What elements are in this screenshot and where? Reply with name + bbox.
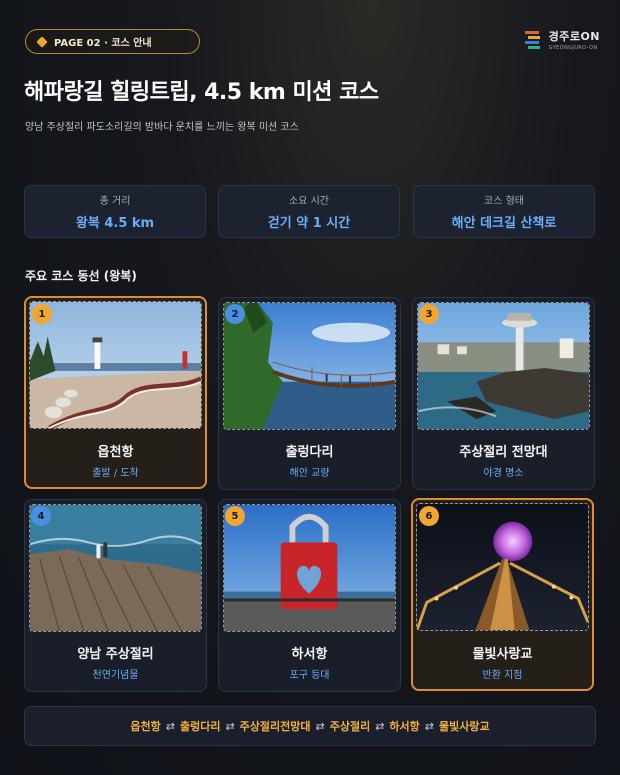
roundtrip-arrow-icon: ⇄: [165, 719, 175, 733]
stop-name: 양남 주상절리: [77, 647, 154, 662]
roundtrip-arrow-icon: ⇄: [424, 719, 435, 733]
route-stop: 물빛사랑교: [439, 720, 490, 733]
stop-number-badge: 4: [31, 506, 51, 526]
roundtrip-arrow-icon: ⇄: [225, 719, 235, 733]
stop-desc: 포구 등대: [289, 670, 330, 681]
page-badge-label: PAGE 02 · 코스 안내: [54, 38, 152, 49]
stop-desc: 천연기념물: [92, 670, 139, 681]
logo-mark-icon: [524, 30, 540, 49]
route-summary: 읍천항 ⇄ 출렁다리 ⇄ 주상절리전망대 ⇄ 주상절리 ⇄ 하서항 ⇄ 물빛사랑…: [24, 706, 596, 746]
stop-desc: 해안 교량: [289, 468, 330, 479]
stop-number-badge: 5: [225, 506, 245, 526]
route-stop: 주상절리전망대: [239, 720, 311, 733]
stop-desc: 야경 명소: [483, 468, 524, 479]
stop-number-badge: 1: [32, 304, 52, 324]
route-stop: 하서항: [389, 720, 420, 733]
logo-name: 경주로ON: [548, 30, 600, 43]
stop-card-1[interactable]: 1 읍천항 출발 / 도착: [24, 296, 207, 489]
course-stats: 총 거리 왕복 4.5 km 소요 시간 걷기 약 1 시간 코스 형태 해안 …: [24, 185, 595, 238]
page-badge: PAGE 02 · 코스 안내: [25, 29, 200, 54]
stat-label: 소요 시간: [289, 196, 329, 207]
stop-card-3[interactable]: 3 주상절리 전망대 야경 명소: [412, 297, 595, 490]
stop-card-5[interactable]: 5 하서항 포구 등대: [218, 499, 401, 692]
stop-name: 물빛사랑교: [472, 647, 533, 662]
stat-value: 걷기 약 1 시간: [267, 216, 351, 231]
stat-distance: 총 거리 왕복 4.5 km: [24, 185, 206, 238]
stop-name: 출렁다리: [285, 445, 334, 460]
stop-card-6[interactable]: 6 물빛사랑교 반환 지점: [411, 498, 594, 691]
observatory-tower-photo: [417, 302, 590, 430]
stop-name: 주상절리 전망대: [459, 445, 548, 460]
stop-name: 하서항: [291, 647, 328, 662]
stop-number-badge: 6: [419, 506, 439, 526]
stat-value: 해안 데크길 산책로: [451, 216, 557, 231]
page-subtitle: 양남 주상절리 파도소리길의 밤바다 운치를 느끼는 왕복 미션 코스: [25, 122, 299, 133]
columnar-joint-rocks-photo: [29, 504, 202, 632]
night-bridge-photo: [416, 503, 589, 631]
roundtrip-arrow-icon: ⇄: [375, 719, 385, 733]
stat-duration: 소요 시간 걷기 약 1 시간: [218, 185, 400, 238]
stop-number-badge: 2: [225, 304, 245, 324]
page-title: 해파랑길 힐링트립, 4.5 km 미션 코스: [24, 80, 379, 105]
section-title: 주요 코스 동선 (왕복): [25, 269, 137, 283]
stat-value: 왕복 4.5 km: [75, 216, 155, 231]
stat-course-type: 코스 형태 해안 데크길 산책로: [413, 185, 595, 238]
roundtrip-arrow-icon: ⇄: [315, 719, 325, 733]
stop-card-2[interactable]: 2 출렁다리 해안 교량: [218, 297, 401, 490]
stat-label: 총 거리: [99, 196, 131, 207]
suspension-bridge-photo: [223, 302, 396, 430]
route-stop: 출렁다리: [179, 720, 221, 733]
brand-logo: 경주로ON GYEONGJURO-ON: [524, 28, 600, 51]
harbor-lighthouse-photo: [29, 301, 202, 429]
heart-lock-sculpture-photo: [223, 504, 396, 632]
stop-number-badge: 3: [419, 304, 439, 324]
stat-label: 코스 형태: [484, 196, 524, 207]
stop-desc: 반환 지점: [482, 670, 523, 681]
stop-desc: 출발 / 도착: [92, 468, 139, 479]
logo-subname: GYEONGJURO-ON: [548, 45, 598, 51]
stop-card-4[interactable]: 4 양남 주상절리 천연기념물: [24, 499, 207, 692]
route-stop: 읍천항: [130, 720, 161, 733]
route-stop: 주상절리: [329, 720, 371, 733]
stop-name: 읍천항: [97, 445, 134, 460]
diamond-icon: [36, 35, 48, 48]
